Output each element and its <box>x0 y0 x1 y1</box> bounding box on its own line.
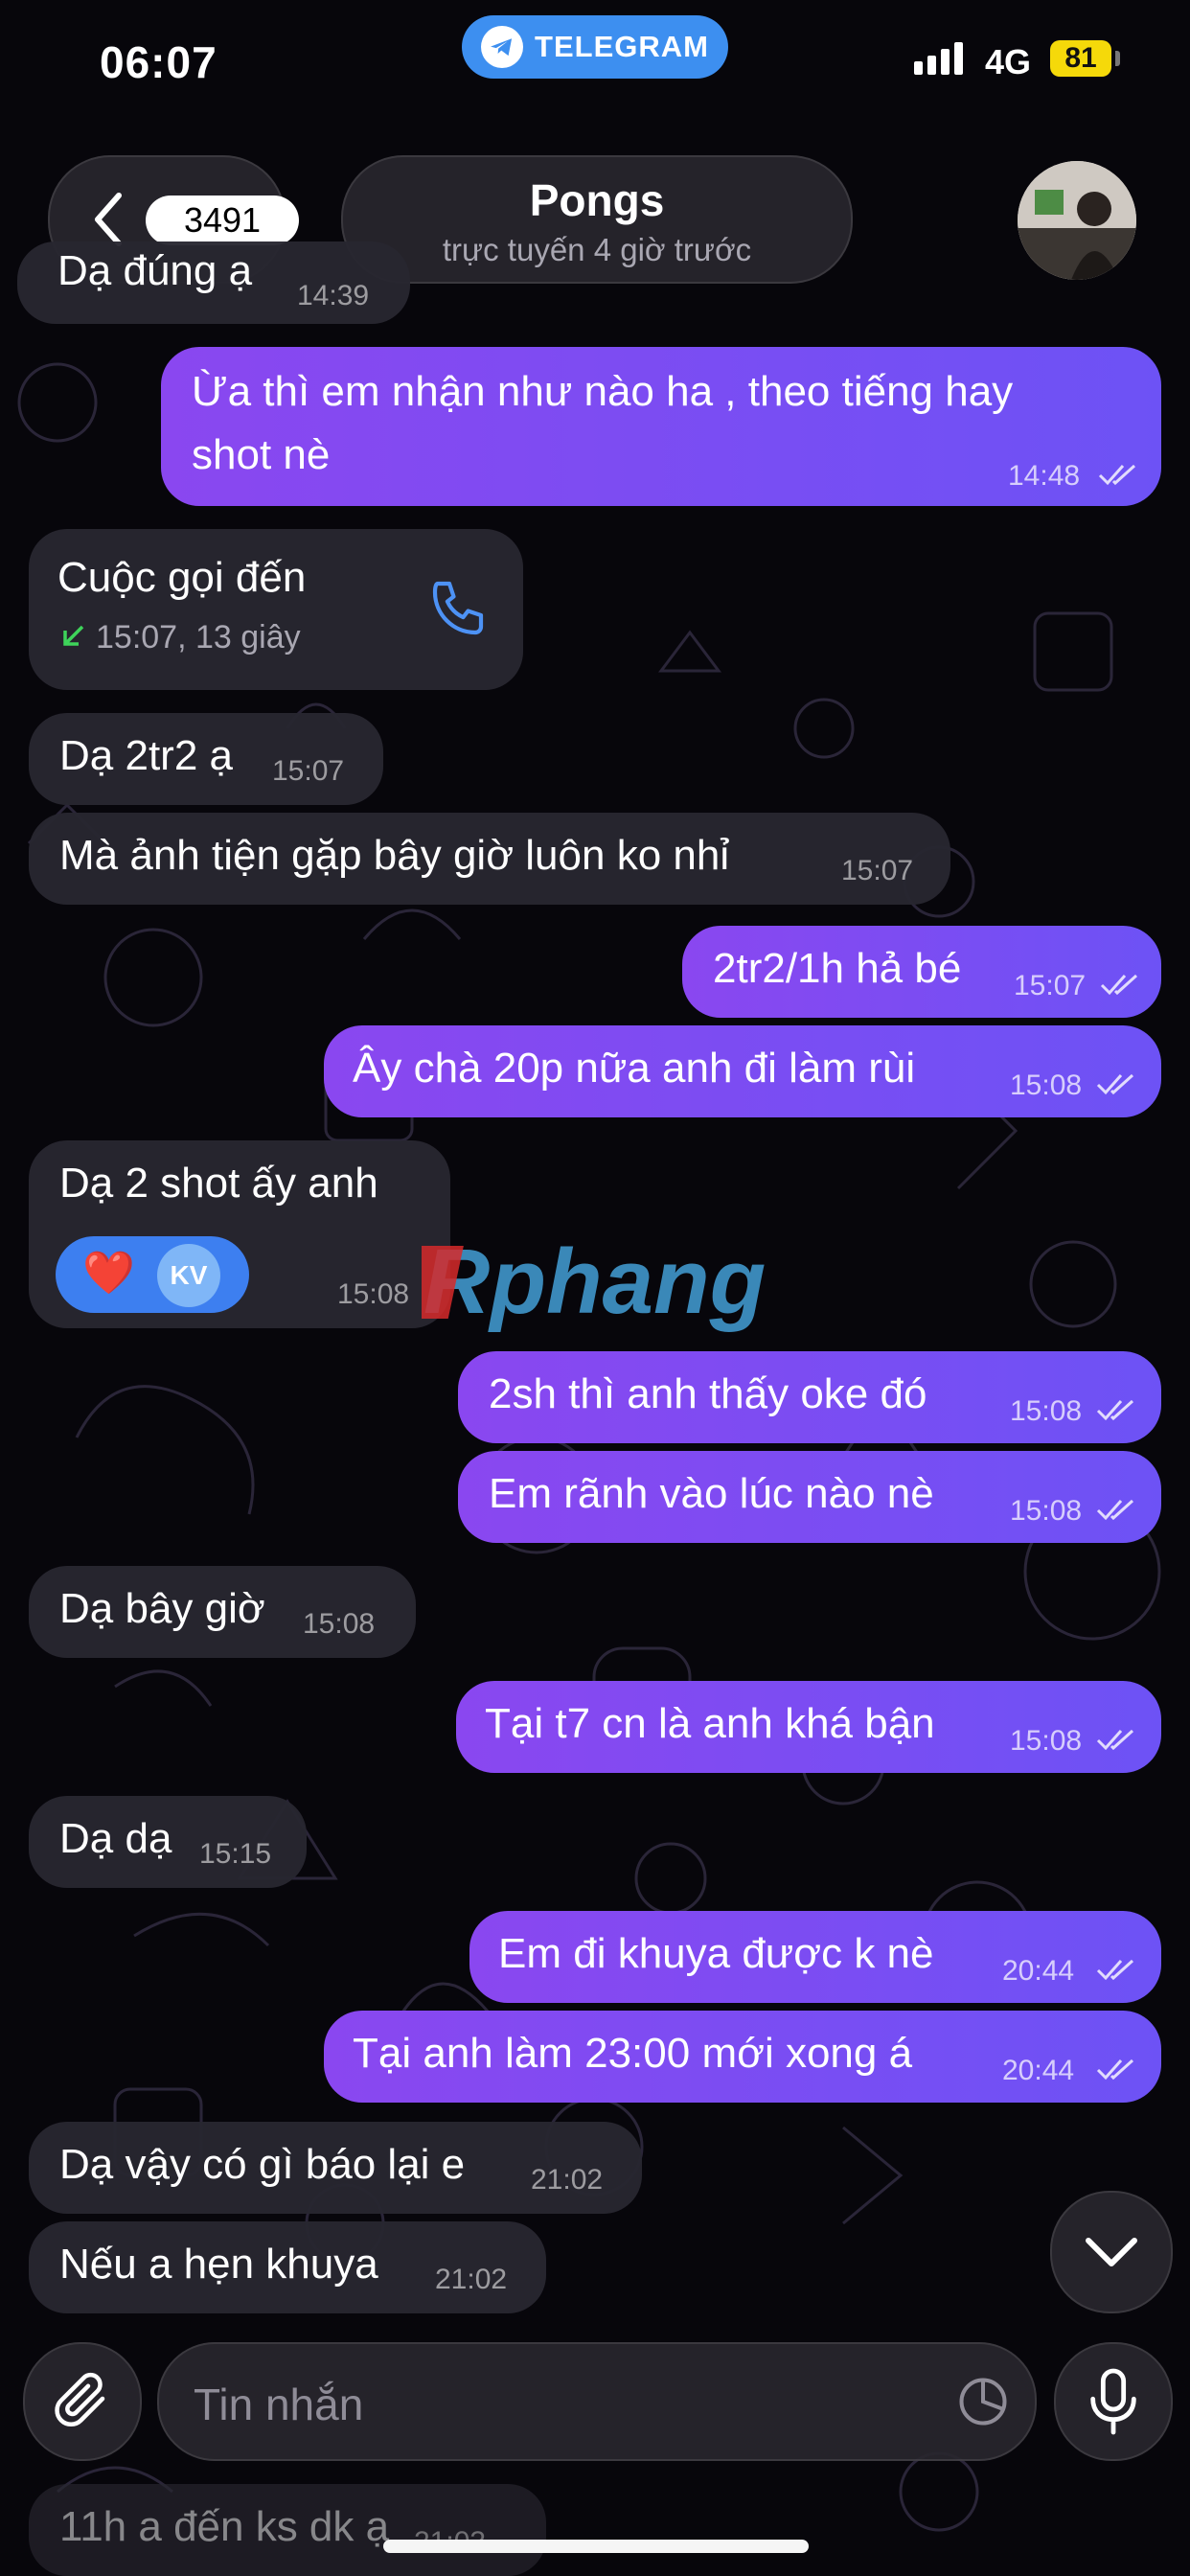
message-time: 15:07 <box>1014 970 1087 1001</box>
scroll-to-bottom-button[interactable] <box>1050 2191 1173 2313</box>
message-bubble-outgoing[interactable]: Tại t7 cn là anh khá bận 15:08 <box>456 1681 1161 1773</box>
message-text: Dạ 2 shot ấy anh <box>59 1160 378 1207</box>
message-text: Nếu a hẹn khuya <box>59 2241 378 2288</box>
back-chevron-icon <box>95 193 122 246</box>
message-time: 14:48 <box>1008 460 1081 492</box>
message-time: 21:02 <box>435 2264 508 2295</box>
microphone-icon <box>1090 2368 1136 2435</box>
message-bubble-incoming[interactable]: Mà ảnh tiện gặp bây giờ luôn ko nhỉ 15:0… <box>29 813 950 905</box>
message-input-placeholder: Tin nhắn <box>194 2380 364 2429</box>
message-text: 11h a đến ks dk ạ <box>59 2503 390 2550</box>
message-bubble-incoming[interactable]: Dạ đúng ạ 14:39 <box>17 242 410 324</box>
message-time: 21:02 <box>531 2164 604 2196</box>
heart-icon: ❤️ <box>82 1250 135 1297</box>
message-time: 15:08 <box>1010 1495 1083 1527</box>
telegram-pill-label: TELEGRAM <box>535 30 709 63</box>
telegram-plane-icon <box>481 26 524 68</box>
message-text-line-2: shot nè <box>192 431 331 478</box>
cellular-signal-icon <box>914 42 963 75</box>
incoming-call-card[interactable]: Cuộc gọi đến 15:07, 13 giây <box>29 529 523 690</box>
message-time: 15:08 <box>1010 1395 1083 1427</box>
microphone-button[interactable] <box>1054 2342 1173 2461</box>
message-time: 20:44 <box>1002 1955 1075 1987</box>
message-text: Dạ đúng ạ <box>57 247 253 294</box>
home-indicator <box>383 2540 809 2553</box>
message-input[interactable]: Tin nhắn <box>157 2342 1037 2461</box>
read-ticks-icon <box>1096 1729 1134 1751</box>
sticker-icon[interactable] <box>954 2373 1012 2430</box>
message-text: Mà ảnh tiện gặp bây giờ luôn ko nhỉ <box>59 832 730 879</box>
read-ticks-icon <box>1096 1399 1134 1421</box>
reaction-user-avatar: KV <box>157 1244 220 1307</box>
battery-indicator: 81 <box>1050 40 1111 77</box>
message-bubble-outgoing[interactable]: 2tr2/1h hả bé 15:07 <box>682 926 1161 1018</box>
message-bubble-incoming[interactable]: Dạ 2tr2 ạ 15:07 <box>29 713 383 805</box>
read-ticks-icon <box>1098 464 1136 486</box>
message-bubble-outgoing[interactable]: Ây chà 20p nữa anh đi làm rùi 15:08 <box>324 1025 1161 1117</box>
message-time: 15:15 <box>199 1838 272 1870</box>
chat-last-seen: trực tuyến 4 giờ trước <box>442 232 752 267</box>
message-text: Ây chà 20p nữa anh đi làm rùi <box>353 1045 916 1092</box>
message-time: 15:07 <box>272 755 345 787</box>
message-bubble-incoming[interactable]: Nếu a hẹn khuya 21:02 <box>29 2221 546 2313</box>
battery-tip <box>1115 51 1120 66</box>
message-bubble-outgoing[interactable]: Ừa thì em nhận như nào ha , theo tiếng h… <box>161 347 1161 506</box>
watermark-logo: Rphang <box>422 1236 766 1332</box>
message-bubble-outgoing[interactable]: Em rãnh vào lúc nào nè 15:08 <box>458 1451 1161 1543</box>
message-text-line-1: Ừa thì em nhận như nào ha , theo tiếng h… <box>192 368 1014 415</box>
chat-title-pill[interactable]: Pongs trực tuyến 4 giờ trước <box>341 155 853 284</box>
read-ticks-icon <box>1100 974 1138 996</box>
avatar[interactable] <box>1018 161 1136 280</box>
message-text: Tại anh làm 23:00 mới xong á <box>353 2030 913 2077</box>
call-title: Cuộc gọi đến <box>57 554 307 601</box>
message-time: 20:44 <box>1002 2055 1075 2086</box>
watermark-text: Rphang <box>423 1236 766 1332</box>
message-text: Dạ vậy có gì báo lại e <box>59 2141 466 2188</box>
call-incoming-arrow-icon <box>63 625 84 646</box>
message-bubble-incoming[interactable]: Dạ dạ 15:15 <box>29 1796 307 1888</box>
message-bubble-incoming[interactable]: Dạ vậy có gì báo lại e 21:02 <box>29 2122 642 2214</box>
message-text: Tại t7 cn là anh khá bận <box>485 1700 935 1747</box>
chat-name: Pongs <box>529 175 665 225</box>
message-text: Dạ dạ <box>59 1815 172 1862</box>
message-time: 15:07 <box>841 855 914 886</box>
message-text: Dạ bây giờ <box>59 1585 265 1632</box>
read-ticks-icon <box>1096 1499 1134 1521</box>
read-ticks-icon <box>1096 1959 1134 1981</box>
message-time: 15:08 <box>1010 1725 1083 1757</box>
message-text: Em đi khuya được k nè <box>498 1930 934 1977</box>
message-bubble-outgoing[interactable]: 2sh thì anh thấy oke đó 15:08 <box>458 1351 1161 1443</box>
message-reaction[interactable]: ❤️ KV <box>56 1236 249 1313</box>
message-text: 2tr2/1h hả bé <box>713 945 962 992</box>
chevron-down-icon <box>1086 2238 1137 2266</box>
attach-button[interactable] <box>23 2342 142 2461</box>
message-time: 15:08 <box>337 1278 410 1310</box>
message-bubble-incoming[interactable]: 11h a đến ks dk ạ 21:03 <box>29 2484 546 2576</box>
message-time: 15:08 <box>1010 1070 1083 1101</box>
call-detail: 15:07, 13 giây <box>96 619 301 656</box>
paperclip-icon <box>55 2372 105 2427</box>
message-text: 2sh thì anh thấy oke đó <box>489 1370 927 1417</box>
message-bubble-outgoing[interactable]: Tại anh làm 23:00 mới xong á 20:44 <box>324 2011 1161 2103</box>
telegram-app-pill[interactable]: TELEGRAM <box>462 15 728 79</box>
message-bubble-outgoing[interactable]: Em đi khuya được k nè 20:44 <box>469 1911 1161 2003</box>
message-text: Em rãnh vào lúc nào nè <box>489 1470 934 1517</box>
status-time: 06:07 <box>100 37 217 87</box>
message-text: Dạ 2tr2 ạ <box>59 732 233 779</box>
read-ticks-icon <box>1096 1073 1134 1095</box>
phone-icon[interactable] <box>423 575 492 644</box>
network-type: 4G <box>985 42 1032 81</box>
message-time: 14:39 <box>297 280 370 311</box>
unread-count-badge: 3491 <box>146 196 299 245</box>
message-bubble-incoming[interactable]: Dạ bây giờ 15:08 <box>29 1566 416 1658</box>
message-time: 15:08 <box>303 1608 376 1640</box>
read-ticks-icon <box>1096 2058 1134 2081</box>
